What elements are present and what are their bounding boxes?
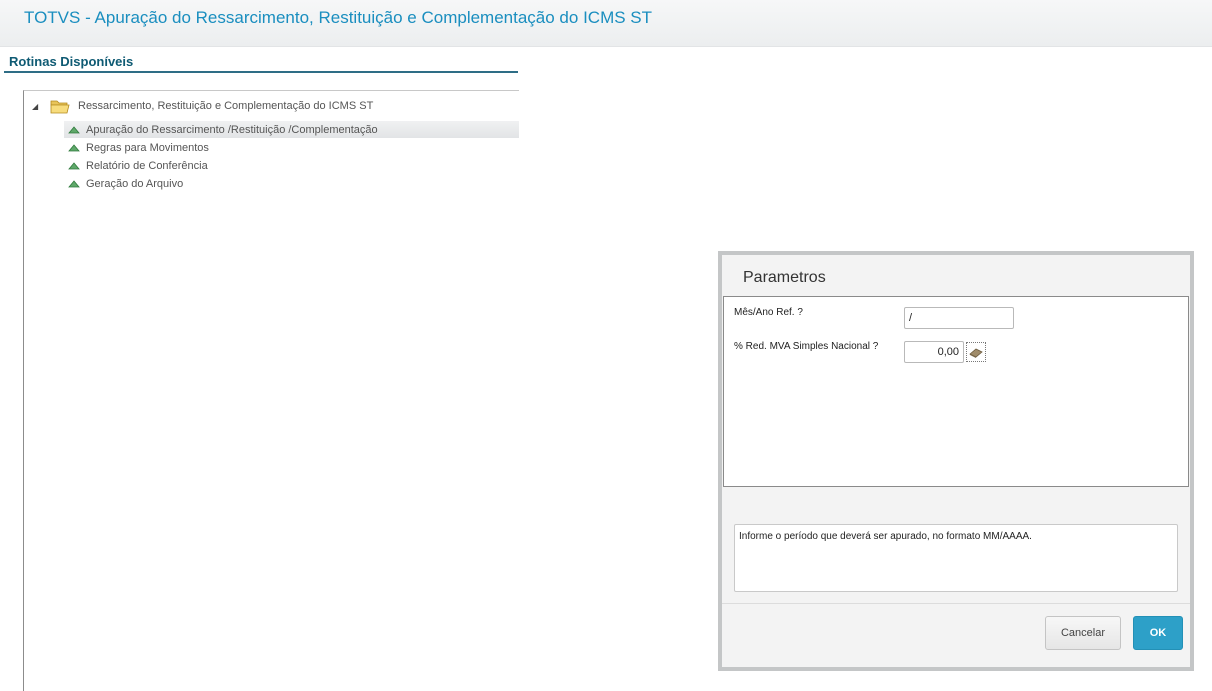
tree-item-label: Regras para Movimentos — [86, 141, 209, 154]
month-year-label: Mês/Ano Ref. ? — [734, 307, 803, 318]
app-title: TOTVS - Apuração do Ressarcimento, Resti… — [24, 8, 653, 27]
tree-root-label: Ressarcimento, Restituição e Complementa… — [78, 100, 374, 112]
routine-icon — [68, 179, 80, 187]
help-box: Informe o período que deverá ser apurado… — [734, 524, 1178, 592]
app-header: TOTVS - Apuração do Ressarcimento, Resti… — [0, 0, 1212, 47]
tree-root-node[interactable]: ◢ Ressarcimento, Restituição e Complemen… — [32, 97, 373, 115]
folder-open-icon — [50, 100, 70, 113]
cancel-button[interactable]: Cancelar — [1045, 616, 1121, 650]
tree-item-relatorio[interactable]: Relatório de Conferência — [64, 157, 208, 174]
tree-item-geracao[interactable]: Geração do Arquivo — [64, 175, 183, 192]
parameters-dialog: Parametros Mês/Ano Ref. ? % Red. MVA Sim… — [718, 251, 1194, 671]
tree-item-apuracao[interactable]: Apuração do Ressarcimento /Restituição /… — [64, 121, 519, 138]
calculator-icon — [969, 348, 983, 358]
panel-title: Rotinas Disponíveis — [9, 54, 134, 69]
dialog-title: Parametros — [743, 269, 826, 286]
collapse-arrow-icon[interactable]: ◢ — [32, 102, 46, 111]
month-year-input[interactable] — [904, 307, 1014, 329]
routine-icon — [68, 125, 80, 133]
routine-icon — [68, 161, 80, 169]
parameters-form: Mês/Ano Ref. ? % Red. MVA Simples Nacion… — [723, 296, 1189, 487]
tree-item-regras[interactable]: Regras para Movimentos — [64, 139, 209, 156]
mva-reduction-input[interactable] — [904, 341, 964, 363]
dialog-footer-divider — [722, 603, 1190, 604]
tree-item-label: Relatório de Conferência — [86, 159, 208, 172]
tree-item-label: Geração do Arquivo — [86, 177, 184, 190]
calculator-button[interactable] — [966, 342, 986, 362]
mva-reduction-label: % Red. MVA Simples Nacional ? — [734, 341, 879, 352]
routine-icon — [68, 143, 80, 151]
panel-title-underline — [4, 71, 518, 73]
routines-tree: ◢ Ressarcimento, Restituição e Complemen… — [23, 90, 519, 691]
tree-item-label: Apuração do Ressarcimento /Restituição /… — [86, 123, 378, 136]
help-text: Informe o período que deverá ser apurado… — [739, 531, 1032, 542]
ok-button[interactable]: OK — [1133, 616, 1183, 650]
